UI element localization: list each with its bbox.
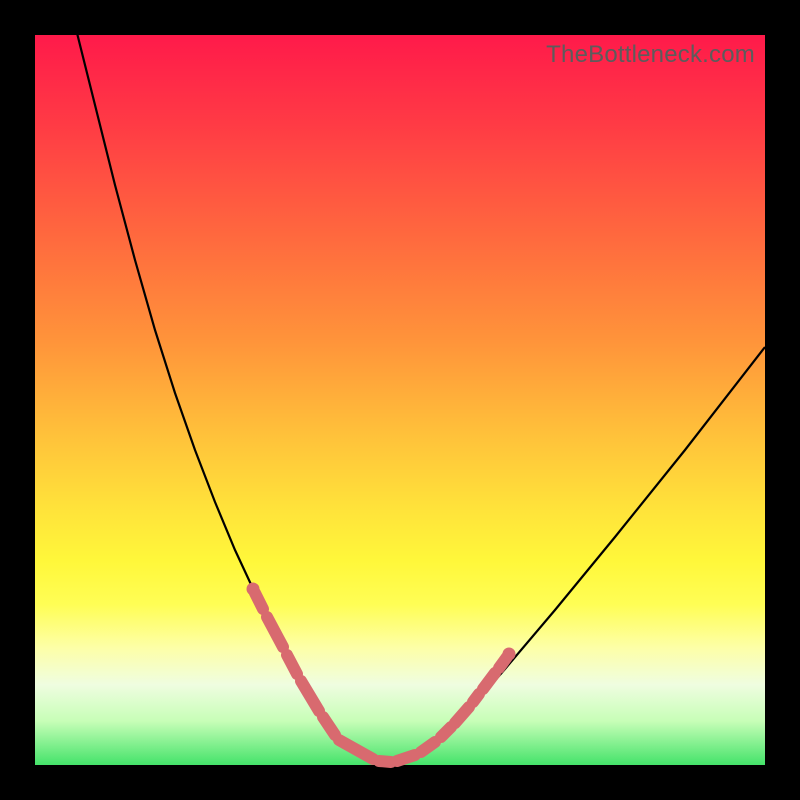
marker-segment [287,655,297,674]
marker-segment [255,593,263,609]
marker-dot [503,648,516,661]
marker-segment [323,717,335,735]
marker-segment [379,761,391,762]
marker-segment [441,727,451,737]
marker-segment [301,681,319,711]
plot-area: TheBottleneck.com [35,35,765,765]
outer-frame: TheBottleneck.com [0,0,800,800]
marker-segment [455,707,469,723]
marker-segment [473,694,479,702]
bottleneck-curve [75,25,765,763]
marker-segment [267,617,283,647]
curve-layer [35,35,765,765]
marker-segment [397,755,415,761]
marker-group [247,583,516,763]
marker-dot [247,583,260,596]
marker-segment [483,673,495,689]
marker-segment [339,740,373,759]
marker-segment [421,742,435,752]
